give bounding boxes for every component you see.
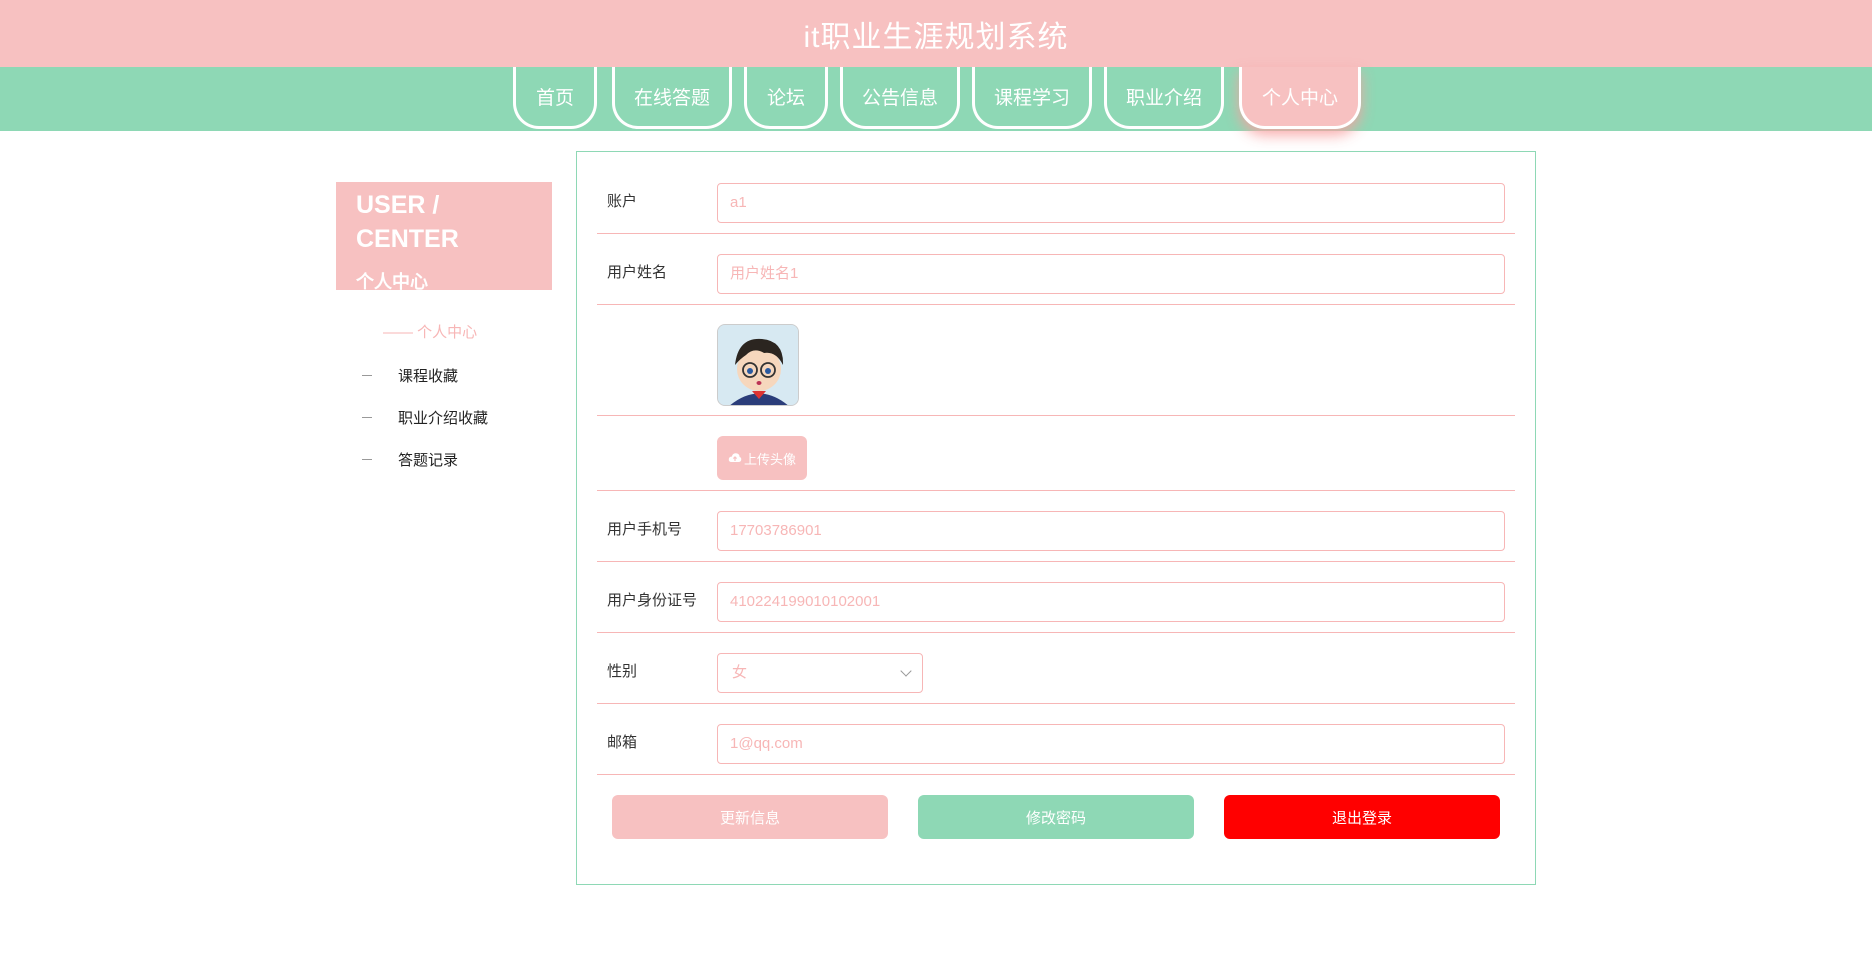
- sidebar-item-label: 课程收藏: [398, 368, 459, 385]
- avatar: [717, 324, 799, 406]
- gender-select[interactable]: 女: [717, 653, 923, 693]
- form-row-account: 账户 a1: [597, 152, 1515, 234]
- email-input[interactable]: 1@qq.com: [717, 724, 1505, 764]
- sidebar-item-course-favorites[interactable]: 课程收藏: [362, 365, 458, 386]
- gender-selected-value: 女: [732, 664, 748, 681]
- phone-label: 用户手机号: [607, 521, 683, 538]
- id-card-label: 用户身份证号: [607, 592, 698, 609]
- email-label: 邮箱: [607, 734, 638, 751]
- nav-item-careers[interactable]: 职业介绍: [1104, 67, 1224, 129]
- form-row-id-card: 用户身份证号 410224199010102001: [597, 562, 1515, 633]
- sidebar-item-label: 职业介绍收藏: [398, 410, 489, 427]
- dash-icon: [362, 459, 372, 460]
- gender-label: 性别: [607, 663, 638, 680]
- dash-icon: [362, 417, 372, 418]
- form-row-avatar: [597, 305, 1515, 416]
- logout-button[interactable]: 退出登录: [1224, 795, 1500, 839]
- upload-avatar-label: 上传头像: [743, 451, 796, 467]
- sidebar-card-title-en: USER / CENTER: [356, 191, 459, 253]
- nav-item-courses[interactable]: 课程学习: [972, 67, 1092, 129]
- avatar-icon: [718, 325, 798, 405]
- sidebar-card-title-cn: 个人中心: [356, 272, 428, 292]
- nav-item-user-center[interactable]: 个人中心: [1239, 67, 1361, 129]
- form-row-phone: 用户手机号 17703786901: [597, 491, 1515, 562]
- username-label: 用户姓名: [607, 264, 668, 281]
- site-title: it职业生涯规划系统: [803, 20, 1069, 54]
- upload-avatar-button[interactable]: 上传头像: [717, 436, 807, 480]
- site-header: it职业生涯规划系统: [0, 0, 1872, 67]
- account-label: 账户: [607, 193, 638, 210]
- nav-item-announcements[interactable]: 公告信息: [840, 67, 960, 129]
- chevron-down-icon: [900, 665, 912, 677]
- sidebar-item-user-center[interactable]: —— 个人中心: [383, 321, 477, 342]
- sidebar-item-quiz-records[interactable]: 答题记录: [362, 449, 458, 470]
- form-row-gender: 性别 女: [597, 633, 1515, 704]
- cloud-upload-icon: [728, 453, 742, 462]
- username-input[interactable]: 用户姓名1: [717, 254, 1505, 294]
- sidebar-item-label: 答题记录: [398, 452, 459, 469]
- update-info-button[interactable]: 更新信息: [612, 795, 888, 839]
- form-row-upload: 上传头像: [597, 416, 1515, 491]
- sidebar-item-career-favorites[interactable]: 职业介绍收藏: [362, 407, 488, 428]
- nav-item-home[interactable]: 首页: [513, 67, 597, 129]
- form-row-email: 邮箱 1@qq.com: [597, 704, 1515, 775]
- change-password-button[interactable]: 修改密码: [918, 795, 1194, 839]
- phone-input[interactable]: 17703786901: [717, 511, 1505, 551]
- account-input[interactable]: a1: [717, 183, 1505, 223]
- main-nav: 首页 在线答题 论坛 公告信息 课程学习 职业介绍 个人中心: [0, 67, 1872, 131]
- nav-item-forum[interactable]: 论坛: [744, 67, 828, 129]
- profile-form-panel: 账户 a1 用户姓名 用户姓名1 上传头像 用户手机号 17703786901 …: [576, 151, 1536, 885]
- id-card-input[interactable]: 410224199010102001: [717, 582, 1505, 622]
- sidebar-card: USER / CENTER 个人中心: [336, 182, 552, 292]
- dash-icon: [362, 375, 372, 376]
- form-row-username: 用户姓名 用户姓名1: [597, 234, 1515, 305]
- nav-item-online-quiz[interactable]: 在线答题: [612, 67, 732, 129]
